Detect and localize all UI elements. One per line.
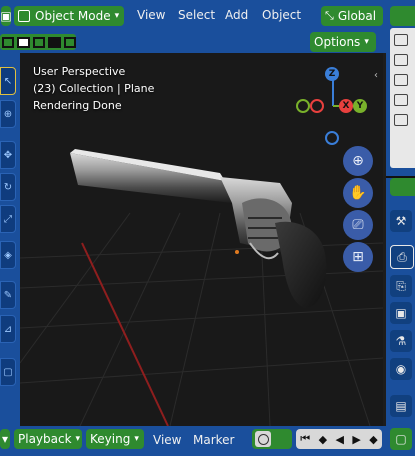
render-status-label: Rendering Done [33, 99, 122, 112]
menu-object[interactable]: Object [262, 8, 301, 22]
select-intersect-icon[interactable] [63, 36, 77, 48]
add-cube-tool-icon[interactable]: ▢ [0, 358, 16, 386]
chevron-down-icon: ▾ [134, 434, 139, 444]
options-label: Options [314, 35, 361, 49]
output-tab-icon[interactable]: ⎘ [390, 275, 412, 297]
select-extend-icon[interactable] [17, 36, 30, 48]
camera-view-icon[interactable]: ⎚ [343, 210, 373, 240]
play-reverse-icon[interactable]: ◀ [335, 433, 343, 446]
collection-tab-icon[interactable]: ▤ [390, 395, 412, 417]
gizmo-neg-z-axis[interactable] [325, 131, 339, 145]
auto-keying-group[interactable] [252, 429, 292, 449]
menu-select[interactable]: Select [178, 8, 215, 22]
pan-hand-icon[interactable]: ✋ [343, 178, 373, 208]
properties-editor-button[interactable] [390, 178, 415, 196]
measure-tool-icon[interactable]: ⊿ [0, 315, 16, 343]
rotate-tool-icon[interactable]: ↻ [0, 173, 16, 201]
transform-orientation-icon: ⤡ [325, 9, 334, 22]
outliner-filter-button[interactable] [390, 6, 415, 26]
select-box-icon[interactable] [2, 36, 15, 48]
gizmo-neg-x-axis[interactable] [310, 99, 324, 113]
move-tool-icon[interactable]: ✥ [0, 141, 16, 169]
playback-controls: ⏮ ◆ ◀ ▶ ◆ [296, 429, 382, 449]
orientation-selector[interactable]: ⤡ Global [321, 6, 383, 26]
scale-tool-icon[interactable]: ⤢ [0, 205, 16, 233]
record-icon[interactable] [255, 431, 271, 447]
options-button[interactable]: Options ▾ [310, 32, 376, 52]
scene-tab-icon[interactable]: ⚗ [390, 330, 412, 352]
select-tool-icon[interactable]: ↖ [0, 67, 16, 95]
timeline-marker-menu[interactable]: Marker [193, 433, 234, 447]
zoom-icon[interactable]: ⊕ [343, 146, 373, 176]
grid-ortho-icon[interactable]: ⊞ [343, 242, 373, 272]
collection-icon [394, 94, 408, 106]
chevron-down-icon: ▾ [114, 11, 120, 21]
timeline-editor-type-button[interactable]: ▾ [0, 429, 10, 449]
sidebar-toggle-icon[interactable]: ‹ [374, 70, 378, 81]
render-tab-icon[interactable]: ⎙ [390, 245, 414, 269]
tool-settings-bar: Options ▾ [0, 31, 386, 53]
timeline-header: ▾ Playback ▾ Keying ▾ View Marker ⏮ ◆ ◀ … [0, 426, 386, 456]
collection-icon [394, 34, 408, 46]
play-icon[interactable]: ▶ [352, 433, 360, 446]
gizmo-x-axis[interactable]: X [339, 99, 353, 113]
next-keyframe-icon[interactable]: ◆ [369, 433, 377, 446]
navigation-gizmo[interactable]: Z X Y [290, 63, 370, 153]
transform-tool-icon[interactable]: ◈ [0, 241, 16, 269]
left-toolbar: ↖ ⊕ ✥ ↻ ⤢ ◈ ✎ ⊿ ▢ [0, 53, 20, 426]
annotate-tool-icon[interactable]: ✎ [0, 281, 16, 309]
3d-viewport[interactable]: User Perspective (23) Collection | Plane… [20, 53, 383, 426]
cursor-tool-icon[interactable]: ⊕ [0, 100, 16, 128]
gizmo-neg-y-axis[interactable] [296, 99, 310, 113]
gizmo-y-axis[interactable]: Y [353, 99, 367, 113]
chevron-down-icon: ▾ [364, 37, 369, 47]
view-layer-tab-icon[interactable]: ▣ [390, 302, 412, 324]
orientation-label: Global [337, 9, 377, 23]
keying-label: Keying [90, 432, 131, 446]
menu-add[interactable]: Add [225, 8, 248, 22]
selection-mode-group[interactable] [0, 34, 77, 50]
editor-type-button[interactable]: ▣ [0, 6, 12, 26]
jump-start-icon[interactable]: ⏮ [300, 432, 310, 446]
x-axis-line [81, 242, 169, 426]
prev-keyframe-icon[interactable]: ◆ [319, 433, 327, 446]
right-panel-strip: ⚒ ⎙ ⎘ ▣ ⚗ ◉ ▤ ▢ [386, 0, 415, 456]
playback-label: Playback [18, 432, 72, 446]
mode-label: Object Mode [35, 9, 111, 23]
outliner-panel[interactable] [390, 28, 415, 168]
viewport-header: ▣ Object Mode ▾ View Select Add Object ⤡… [0, 0, 386, 31]
floor-grid [20, 212, 383, 426]
playback-menu[interactable]: Playback ▾ [14, 429, 82, 449]
timeline-view-menu[interactable]: View [153, 433, 181, 447]
chevron-down-icon: ▾ [75, 434, 81, 444]
menu-view[interactable]: View [137, 8, 165, 22]
gizmo-z-axis[interactable]: Z [325, 67, 339, 81]
world-tab-icon[interactable]: ◉ [390, 358, 412, 380]
mode-selector[interactable]: Object Mode ▾ [14, 6, 124, 26]
view-name-label: User Perspective [33, 65, 126, 78]
collection-icon [394, 114, 408, 126]
keying-menu[interactable]: Keying ▾ [86, 429, 144, 449]
select-invert-icon[interactable] [48, 36, 61, 48]
object-mode-icon [18, 10, 30, 22]
collection-info-label: (23) Collection | Plane [33, 82, 155, 95]
object-tab-icon[interactable]: ▢ [390, 428, 412, 450]
collection-icon [394, 54, 408, 66]
select-subtract-icon[interactable] [32, 36, 46, 48]
collection-icon [394, 74, 408, 86]
tool-settings-tab-icon[interactable]: ⚒ [390, 210, 412, 232]
